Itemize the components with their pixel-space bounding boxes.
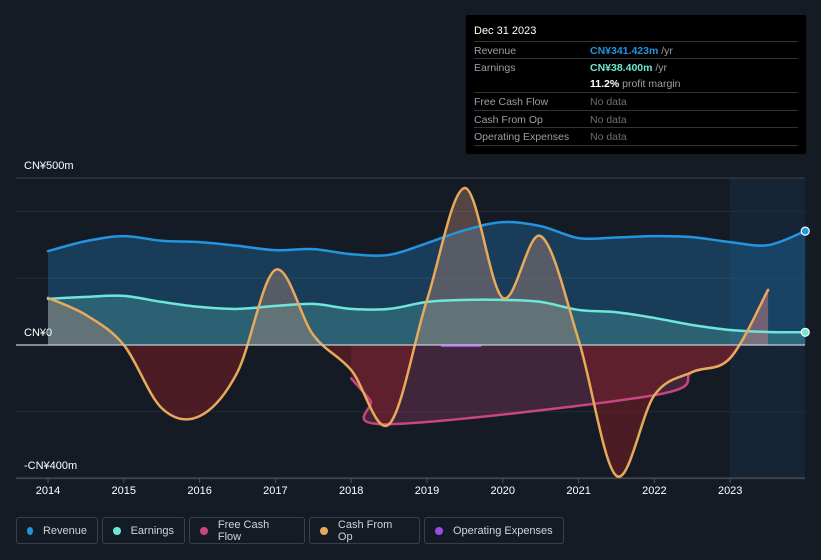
tooltip-label: Revenue	[474, 45, 517, 57]
revenue-end-marker	[800, 226, 810, 236]
tooltip-unit: profit margin	[619, 78, 681, 90]
tooltip-label: Earnings	[474, 62, 516, 74]
legend-label: Operating Expenses	[453, 524, 553, 537]
y-tick-label-top: CN¥500m	[24, 160, 74, 172]
tooltip-value: CN¥38.400m	[590, 62, 653, 74]
y-tick-label-zero: CN¥0	[24, 327, 53, 339]
tooltip-value: No data	[590, 114, 627, 126]
cash-from-op-dot-icon	[320, 526, 328, 535]
legend-label: Revenue	[42, 524, 87, 537]
tooltip-panel: Dec 31 2023 Revenue CN¥341.423m /yr Earn…	[466, 15, 806, 154]
x-tick-label: 2017	[263, 485, 288, 497]
x-tick-label: 2023	[717, 485, 743, 497]
x-tick-label: 2016	[187, 485, 212, 497]
free-cash-flow-dot-icon	[200, 526, 208, 535]
tooltip-value: No data	[590, 96, 627, 108]
legend-item-free-cash-flow[interactable]: Free Cash Flow	[189, 517, 305, 544]
tooltip-value: CN¥341.423m	[590, 45, 659, 57]
legend-item-earnings[interactable]: Earnings	[102, 517, 185, 544]
tooltip-row-fcf: Free Cash Flow No data	[474, 92, 798, 110]
legend-item-cash-from-op[interactable]: Cash From Op	[309, 517, 420, 544]
x-tick-label: 2018	[338, 485, 364, 497]
tooltip-label: Free Cash Flow	[474, 96, 549, 108]
legend-item-operating-expenses[interactable]: Operating Expenses	[424, 517, 564, 544]
earnings-end-marker	[800, 327, 810, 337]
tooltip-label: Cash From Op	[474, 114, 543, 126]
operating-expenses-dot-icon	[435, 526, 443, 535]
tooltip-value: 11.2%	[590, 78, 620, 90]
tooltip-row-earnings: Earnings CN¥38.400m /yr	[474, 58, 798, 76]
tooltip-row-margin: 11.2% profit margin	[474, 75, 798, 92]
tooltip-label: Operating Expenses	[474, 131, 570, 143]
tooltip-unit: /yr	[658, 45, 673, 57]
legend-label: Free Cash Flow	[217, 518, 270, 543]
tooltip-date: Dec 31 2023	[474, 25, 537, 37]
legend-item-revenue[interactable]: Revenue	[16, 517, 98, 544]
x-tick-label: 2019	[414, 485, 440, 497]
x-tick-label: 2022	[642, 485, 667, 497]
revenue-dot-icon	[27, 526, 33, 535]
legend-label: Cash From Op	[337, 518, 393, 543]
tooltip-value: No data	[590, 131, 627, 143]
series-areas	[48, 188, 806, 477]
tooltip-row-cfo: Cash From Op No data	[474, 110, 798, 128]
x-tick-label: 2021	[566, 485, 591, 497]
legend-label: Earnings	[130, 524, 174, 537]
earnings-dot-icon	[113, 526, 121, 535]
x-tick-label: 2020	[490, 485, 516, 497]
y-tick-label-bottom: -CN¥400m	[24, 460, 78, 472]
tooltip-row-revenue: Revenue CN¥341.423m /yr	[474, 41, 798, 59]
x-tick-label: 2015	[111, 485, 137, 497]
x-tick-label: 2014	[35, 485, 61, 497]
tooltip-row-opex: Operating Expenses No data	[474, 127, 798, 146]
tooltip-unit: /yr	[652, 62, 668, 74]
